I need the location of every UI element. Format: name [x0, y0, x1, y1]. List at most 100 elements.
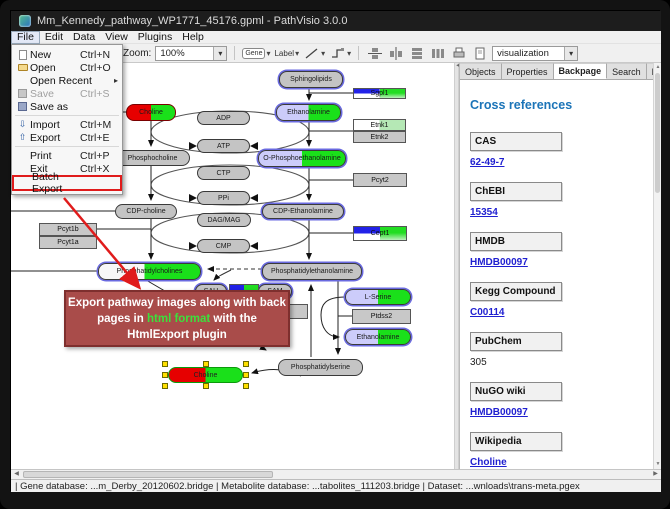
pathway-gene-pcyt1b[interactable]: Pcyt1b: [39, 223, 97, 236]
pathway-node-cdp-ethanolamine[interactable]: CDP-Ethanolamine: [262, 204, 344, 219]
menu-help[interactable]: Help: [177, 31, 209, 44]
menu-item-batch-export[interactable]: Batch Export: [12, 175, 122, 191]
window-title: Mm_Kennedy_pathway_WP1771_45176.gpml - P…: [37, 15, 347, 27]
scroll-up-icon[interactable]: ▲: [654, 63, 662, 72]
pathway-node-atp[interactable]: ATP: [197, 139, 250, 153]
gene-tool-button[interactable]: Gene▾: [242, 48, 270, 59]
pathway-node-cmp[interactable]: CMP: [197, 239, 250, 253]
chevron-down-icon[interactable]: ▾: [295, 49, 299, 58]
menu-item-export[interactable]: ⇧ Export Ctrl+E: [12, 131, 122, 144]
align-horizontal-center-icon[interactable]: [387, 46, 404, 61]
pathway-gene-pcyt1a[interactable]: Pcyt1a: [39, 236, 97, 249]
xref-link[interactable]: HMDB00097: [470, 257, 528, 268]
selection-handle[interactable]: [243, 361, 249, 367]
horizontal-scrollbar[interactable]: ◀ ▶: [11, 469, 661, 479]
tab-objects[interactable]: Objects: [460, 63, 502, 79]
backpage-content: Cross references CAS 62-49-7 ChEBI 15354…: [460, 80, 653, 469]
pathway-gene-etnk1[interactable]: Etnk1: [353, 119, 406, 131]
selection-handle[interactable]: [162, 361, 168, 367]
pathway-node-sphingolipids[interactable]: Sphingolipids: [279, 71, 343, 88]
menu-item-new[interactable]: New Ctrl+N: [12, 48, 122, 61]
pathway-gene-sgpl1[interactable]: Sgpl1: [353, 88, 406, 99]
pathway-node-adp[interactable]: ADP: [197, 111, 250, 125]
xref-title: CAS: [470, 132, 562, 151]
pathway-node-ppi[interactable]: PPi: [197, 191, 250, 205]
menu-item-print[interactable]: Print Ctrl+P: [12, 149, 122, 162]
visualization-combobox[interactable]: visualization ▾: [492, 46, 578, 61]
pathway-node-o-phosphoethanolamine[interactable]: O-Phosphoethanolamine: [258, 150, 346, 167]
open-folder-icon: [15, 64, 30, 71]
pathway-gene-cept1[interactable]: Cept1: [353, 226, 407, 241]
line-tool-icon: [303, 46, 320, 61]
selection-handle[interactable]: [162, 383, 168, 389]
line-tool-button[interactable]: ▾: [303, 46, 325, 61]
xref-link[interactable]: Choline: [470, 457, 507, 468]
tab-search[interactable]: Search: [607, 63, 647, 79]
pathway-node-phosphatidylcholines[interactable]: Phosphatidylcholines: [98, 263, 201, 280]
tab-backpage[interactable]: Backpage: [554, 63, 608, 79]
title-bar[interactable]: Mm_Kennedy_pathway_WP1771_45176.gpml - P…: [11, 11, 661, 31]
menu-item-import[interactable]: ⇩ Import Ctrl+M: [12, 118, 122, 131]
pathway-node-ethanolamine[interactable]: Ethanolamine: [276, 104, 341, 121]
scrollbar-thumb[interactable]: [655, 73, 660, 193]
scroll-left-icon[interactable]: ◀: [11, 470, 22, 479]
pathway-node-cdp-choline[interactable]: CDP-choline: [115, 204, 177, 219]
pathway-node-choline-selected[interactable]: Choline: [162, 361, 250, 389]
distribute-columns-icon[interactable]: [429, 46, 446, 61]
pathway-gene-pcyt2[interactable]: Pcyt2: [353, 173, 407, 187]
menu-item-open[interactable]: Open Ctrl+O: [12, 61, 122, 74]
chevron-down-icon[interactable]: ▾: [347, 49, 351, 58]
selection-handle[interactable]: [203, 361, 209, 367]
menu-plugins[interactable]: Plugins: [133, 31, 177, 44]
menu-item-save-as[interactable]: Save as: [12, 100, 122, 113]
align-vertical-center-icon[interactable]: [366, 46, 383, 61]
distribute-rows-icon[interactable]: [408, 46, 425, 61]
menu-item-open-recent[interactable]: Open Recent ▸: [12, 74, 122, 87]
menu-item-save[interactable]: Save Ctrl+S: [12, 87, 122, 100]
chevron-down-icon[interactable]: ▾: [266, 49, 270, 58]
connector-tool-button[interactable]: ▾: [329, 46, 351, 61]
pathway-node-dag-mag[interactable]: DAG/MAG: [197, 213, 251, 227]
pathway-node-phosphatidylethanolamine[interactable]: Phosphatidylethanolamine: [262, 263, 362, 280]
page-setup-icon[interactable]: [471, 46, 488, 61]
pathway-node-ctp[interactable]: CTP: [197, 166, 250, 180]
submenu-arrow-icon: ▸: [114, 76, 118, 85]
xref-link[interactable]: HMDB00097: [470, 407, 528, 418]
xref-title: HMDB: [470, 232, 562, 251]
selection-handle[interactable]: [243, 372, 249, 378]
scroll-right-icon[interactable]: ▶: [650, 470, 661, 479]
xref-title: ChEBI: [470, 182, 562, 201]
chevron-down-icon[interactable]: ▾: [564, 47, 577, 60]
scroll-down-icon[interactable]: ▼: [654, 460, 662, 469]
label-tool-button[interactable]: Label▾: [274, 49, 299, 58]
printer-icon[interactable]: [450, 46, 467, 61]
pathway-node-phosphocholine[interactable]: Phosphocholine: [115, 150, 190, 166]
xref-link[interactable]: 62-49-7: [470, 157, 504, 168]
menu-file[interactable]: File: [11, 31, 40, 44]
menu-edit[interactable]: Edit: [40, 31, 68, 44]
selection-handle[interactable]: [243, 383, 249, 389]
pathway-node-phosphatidylserine[interactable]: Phosphatidylserine: [278, 359, 363, 376]
pathway-gene-ptdss2[interactable]: Ptdss2: [352, 309, 411, 324]
pathway-node-l-serine[interactable]: L-Serine: [345, 289, 411, 305]
xref-link[interactable]: 15354: [470, 207, 498, 218]
menu-view[interactable]: View: [100, 31, 133, 44]
pathvisio-window: Mm_Kennedy_pathway_WP1771_45176.gpml - P…: [10, 10, 660, 491]
save-as-icon: [15, 102, 30, 111]
zoom-label: Zoom:: [123, 48, 151, 59]
menu-data[interactable]: Data: [68, 31, 100, 44]
tab-properties[interactable]: Properties: [502, 63, 554, 79]
pathway-gene-etnk2[interactable]: Etnk2: [353, 131, 406, 143]
xref-link[interactable]: C00114: [470, 307, 504, 318]
zoom-dropdown-icon[interactable]: ▾: [213, 47, 226, 60]
pathway-node-choline[interactable]: Choline: [126, 104, 176, 121]
pathway-node-ethanolamine-lower[interactable]: Ethanolamine: [345, 329, 411, 345]
selection-handle[interactable]: [203, 383, 209, 389]
save-icon: [15, 89, 30, 98]
chevron-down-icon[interactable]: ▾: [321, 49, 325, 58]
zoom-combobox[interactable]: 100% ▾: [155, 46, 227, 61]
selection-handle[interactable]: [162, 372, 168, 378]
scrollbar-thumb[interactable]: [23, 471, 273, 478]
panel-scrollbar[interactable]: ▲ ▼: [653, 63, 661, 469]
new-document-icon: [15, 50, 30, 60]
